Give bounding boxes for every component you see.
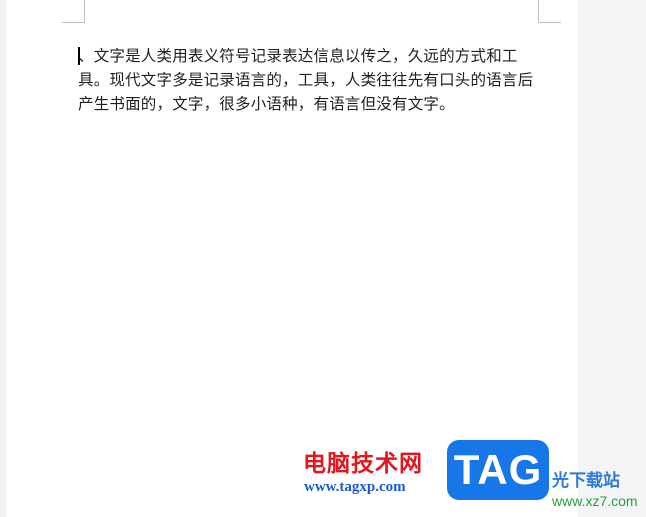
watermark-cn-title: 电脑技术网 (303, 451, 423, 477)
watermark-url: www.tagxp.com (304, 479, 406, 495)
watermark-site-name: 光下载站 (552, 471, 620, 491)
right-side-panel (578, 0, 646, 517)
watermark-site-url: www.xz7.com (552, 493, 638, 509)
watermark-tag-logo: TAG (447, 440, 549, 500)
margin-corner-top-right (538, 0, 561, 23)
document-body-text[interactable]: 、文字是人类用表义符号记录表达信息以传之，久远的方式和工具。现代文字多是记录语言… (78, 44, 540, 116)
margin-corner-top-left (62, 0, 85, 23)
